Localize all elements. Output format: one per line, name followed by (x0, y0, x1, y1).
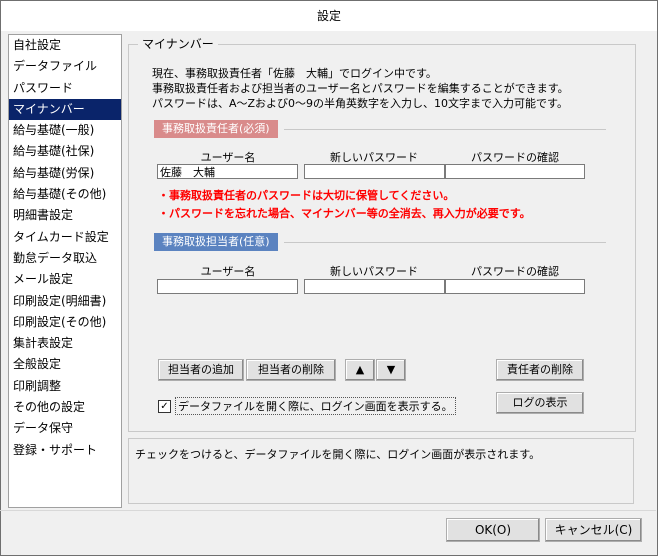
window-title: 設定 (1, 1, 657, 31)
sidebar-item[interactable]: 明細書設定 (9, 205, 121, 226)
responsible-section-label: 事務取扱責任者(必須) (154, 120, 278, 138)
show-login-checkbox-label[interactable]: データファイルを開く際に、ログイン画面を表示する。 (175, 397, 456, 415)
info-text: チェックをつけると、データファイルを開く際に、ログイン画面が表示されます。 (135, 448, 541, 461)
staff-col-new-password: 新しいパスワード (330, 265, 418, 278)
sidebar-item[interactable]: 勤怠データ取込 (9, 248, 121, 269)
sidebar-item[interactable]: データファイル (9, 56, 121, 77)
move-up-button[interactable]: ▲ (345, 359, 375, 381)
sidebar-item[interactable]: タイムカード設定 (9, 227, 121, 248)
sidebar-item[interactable]: 自社設定 (9, 35, 121, 56)
staff-confirm-field[interactable] (445, 279, 585, 294)
responsible-confirm-field[interactable] (445, 164, 585, 179)
sidebar-item[interactable]: 印刷設定(その他) (9, 312, 121, 333)
responsible-username-field[interactable]: 佐藤 大輔 (157, 164, 298, 179)
sidebar-item[interactable]: 給与基礎(労保) (9, 163, 121, 184)
group-title: マイナンバー (138, 35, 218, 52)
warning-line-1: ・事務取扱責任者のパスワードは大切に保管してください。 (158, 189, 455, 202)
responsible-col-confirm: パスワードの確認 (471, 151, 559, 164)
intro-line-2: 事務取扱責任者および担当者のユーザー名とパスワードを編集することができます。 (152, 82, 569, 95)
sidebar-item[interactable]: パスワード (9, 78, 121, 99)
intro-line-3: パスワードは、A～Zおよび0～9の半角英数字を入力し、10文字まで入力可能です。 (152, 97, 568, 110)
ok-button[interactable]: OK(O) (446, 518, 540, 542)
move-down-button[interactable]: ▼ (376, 359, 406, 381)
settings-sidebar[interactable]: 自社設定 データファイル パスワード マイナンバー 給与基礎(一般) 給与基礎(社保) 給与… (8, 34, 122, 508)
show-log-button[interactable]: ログの表示 (496, 392, 584, 414)
footer-divider (0, 510, 656, 511)
show-login-checkbox[interactable]: ✓ (158, 399, 171, 413)
warning-line-2: ・パスワードを忘れた場合、マイナンバー等の全消去、再入力が必要です。 (158, 207, 531, 220)
staff-divider (284, 242, 606, 243)
sidebar-item[interactable]: データ保守 (9, 418, 121, 439)
info-panel: チェックをつけると、データファイルを開く際に、ログイン画面が表示されます。 (128, 438, 634, 504)
responsible-divider (284, 129, 606, 130)
sidebar-item[interactable]: 登録・サポート (9, 440, 121, 461)
sidebar-item[interactable]: 給与基礎(その他) (9, 184, 121, 205)
sidebar-item[interactable]: 印刷設定(明細書) (9, 291, 121, 312)
show-login-checkbox-row[interactable]: ✓ データファイルを開く際に、ログイン画面を表示する。 (158, 397, 456, 415)
intro-text: 現在、事務取扱責任者「佐藤 大輔」でログイン中です。 事務取扱責任者および担当者… (152, 66, 569, 111)
add-staff-button[interactable]: 担当者の追加 (158, 359, 244, 381)
responsible-new-password-field[interactable] (304, 164, 445, 179)
sidebar-item[interactable]: 印刷調整 (9, 376, 121, 397)
sidebar-item[interactable]: その他の設定 (9, 397, 121, 418)
sidebar-item[interactable]: 集計表設定 (9, 333, 121, 354)
intro-line-1: 現在、事務取扱責任者「佐藤 大輔」でログイン中です。 (152, 67, 437, 80)
cancel-button[interactable]: キャンセル(C) (545, 518, 642, 542)
staff-col-username: ユーザー名 (200, 265, 256, 278)
responsible-col-new-password: 新しいパスワード (330, 151, 418, 164)
sidebar-item[interactable]: メール設定 (9, 269, 121, 290)
sidebar-item[interactable]: マイナンバー (9, 98, 121, 121)
staff-username-field[interactable] (157, 279, 298, 294)
responsible-col-username: ユーザー名 (200, 151, 256, 164)
sidebar-item[interactable]: 全般設定 (9, 354, 121, 375)
staff-section-label: 事務取扱担当者(任意) (154, 233, 278, 251)
sidebar-item[interactable]: 給与基礎(社保) (9, 141, 121, 162)
staff-col-confirm: パスワードの確認 (471, 265, 559, 278)
staff-new-password-field[interactable] (304, 279, 445, 294)
delete-responsible-button[interactable]: 責任者の削除 (496, 359, 584, 381)
sidebar-item[interactable]: 給与基礎(一般) (9, 120, 121, 141)
delete-staff-button[interactable]: 担当者の削除 (246, 359, 336, 381)
